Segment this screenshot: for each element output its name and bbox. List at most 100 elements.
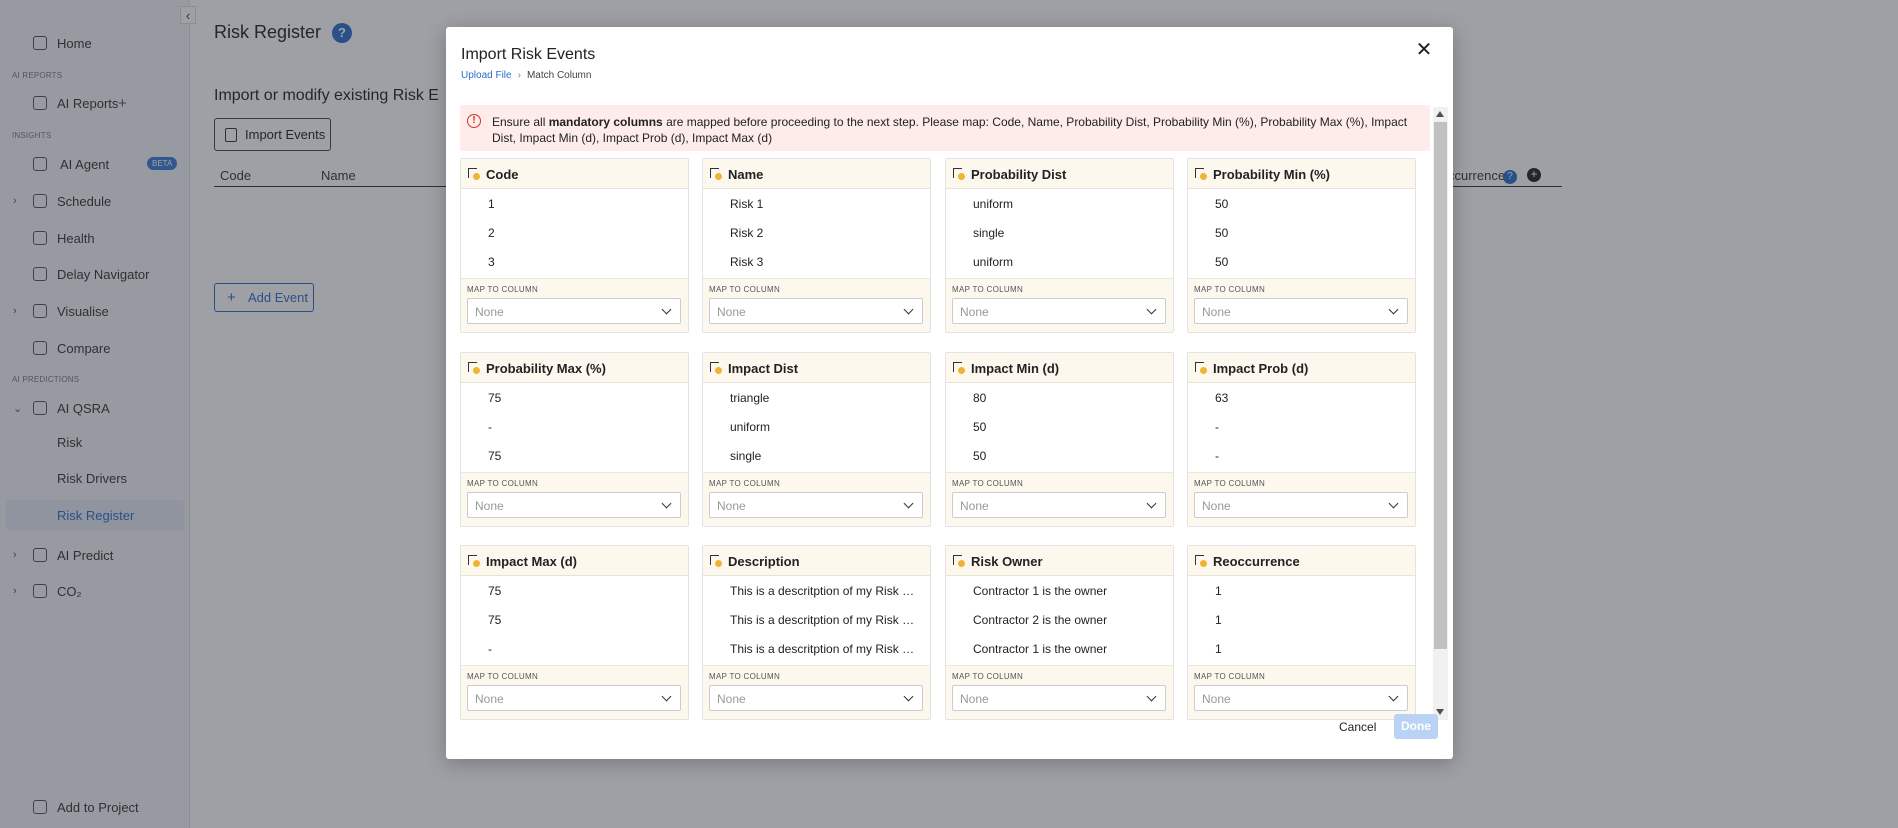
map-to-column-area: MAP TO COLUMN None: [703, 472, 930, 526]
column-card: Risk Owner Contractor 1 is the owner Contr…: [945, 545, 1174, 720]
map-column-select[interactable]: None: [952, 492, 1166, 518]
scrollbar-thumb[interactable]: [1434, 122, 1447, 649]
sample-value: Risk 2: [730, 226, 764, 240]
map-to-column-label: MAP TO COLUMN: [709, 672, 781, 681]
sample-value: 75: [488, 613, 502, 627]
column-match-icon: [468, 362, 481, 375]
mandatory-columns-alert: ! Ensure all mandatory columns are mappe…: [460, 105, 1430, 151]
map-to-column-area: MAP TO COLUMN None: [703, 665, 930, 719]
sample-value: Risk 3: [730, 255, 764, 269]
map-to-column-label: MAP TO COLUMN: [952, 672, 1024, 681]
column-match-icon: [710, 168, 723, 181]
map-column-select[interactable]: None: [1194, 492, 1408, 518]
column-match-icon: [468, 555, 481, 568]
sample-value: 50: [1215, 226, 1229, 240]
column-match-icon: [710, 555, 723, 568]
map-column-select[interactable]: None: [709, 492, 923, 518]
card-header: Probability Min (%): [1188, 159, 1415, 189]
sample-value: uniform: [973, 255, 1014, 269]
card-title: Code: [486, 167, 519, 182]
map-to-column-label: MAP TO COLUMN: [952, 479, 1024, 488]
map-column-select[interactable]: None: [709, 685, 923, 711]
select-value: None: [960, 305, 989, 319]
sample-value: single: [730, 449, 762, 463]
column-match-icon: [710, 362, 723, 375]
breadcrumb-upload-file[interactable]: Upload File: [461, 70, 512, 81]
sample-value: 1: [1215, 613, 1222, 627]
map-to-column-area: MAP TO COLUMN None: [1188, 665, 1415, 719]
card-header: Reoccurrence: [1188, 546, 1415, 576]
sample-value: Contractor 1 is the owner: [973, 642, 1108, 656]
sample-value: Contractor 2 is the owner: [973, 613, 1108, 627]
chevron-down-icon: [1146, 691, 1157, 702]
sample-value: -: [488, 642, 492, 656]
select-value: None: [717, 692, 746, 706]
cancel-button[interactable]: Cancel: [1339, 720, 1376, 734]
map-to-column-label: MAP TO COLUMN: [467, 479, 539, 488]
sample-value: -: [1215, 420, 1219, 434]
map-column-select[interactable]: None: [467, 492, 681, 518]
map-to-column-area: MAP TO COLUMN None: [946, 278, 1173, 332]
error-icon: !: [467, 114, 481, 128]
breadcrumb-match-column: Match Column: [526, 70, 592, 81]
column-card: Reoccurrence 1 1 1 MAP TO COLUMN None: [1187, 545, 1416, 720]
close-icon[interactable]: ✕: [1414, 40, 1434, 60]
map-column-select[interactable]: None: [952, 298, 1166, 324]
scroll-up-arrow-icon[interactable]: [1436, 111, 1444, 117]
sample-value: This is a descritption of my Risk Event: [730, 613, 920, 627]
column-card: Probability Min (%) 50 50 50 MAP TO COLUMN No…: [1187, 158, 1416, 333]
done-button[interactable]: Done: [1394, 714, 1438, 739]
sample-value: 1: [1215, 584, 1222, 598]
column-card: Impact Prob (d) 63 - - MAP TO COLUMN None: [1187, 352, 1416, 527]
map-column-select[interactable]: None: [709, 298, 923, 324]
map-to-column-area: MAP TO COLUMN None: [461, 665, 688, 719]
card-title: Impact Dist: [728, 361, 799, 376]
column-card: Code 1 2 3 MAP TO COLUMN None: [460, 158, 689, 333]
map-column-select[interactable]: None: [467, 298, 681, 324]
column-match-icon: [953, 362, 966, 375]
column-card: Impact Dist triangle uniform single MAP TO C…: [702, 352, 931, 527]
chevron-right-icon: ›: [517, 70, 521, 81]
card-title: Name: [728, 167, 764, 182]
map-column-select[interactable]: None: [1194, 685, 1408, 711]
column-match-icon: [1195, 168, 1208, 181]
select-value: None: [717, 305, 746, 319]
map-to-column-label: MAP TO COLUMN: [709, 479, 781, 488]
card-title: Description: [728, 554, 800, 569]
card-title: Impact Prob (d): [1213, 361, 1309, 376]
map-to-column-area: MAP TO COLUMN None: [703, 278, 930, 332]
card-title: Probability Dist: [971, 167, 1067, 182]
map-column-select[interactable]: None: [467, 685, 681, 711]
card-title: Impact Min (d): [971, 361, 1060, 376]
column-match-icon: [953, 555, 966, 568]
column-card: Name Risk 1 Risk 2 Risk 3 MAP TO COLUMN None: [702, 158, 931, 333]
chevron-down-icon: [903, 691, 914, 702]
sample-value: -: [488, 420, 492, 434]
card-header: Code: [461, 159, 688, 189]
chevron-down-icon: [903, 498, 914, 509]
card-header: Description: [703, 546, 930, 576]
select-value: None: [960, 692, 989, 706]
chevron-down-icon: [661, 498, 672, 509]
sample-value: uniform: [730, 420, 771, 434]
map-to-column-area: MAP TO COLUMN None: [1188, 278, 1415, 332]
sample-value: 3: [488, 255, 495, 269]
map-column-select[interactable]: None: [952, 685, 1166, 711]
map-to-column-area: MAP TO COLUMN None: [946, 665, 1173, 719]
column-mapping-area: ! Ensure all mandatory columns are mappe…: [460, 105, 1430, 722]
column-card: Description This is a descritption of my …: [702, 545, 931, 720]
map-to-column-label: MAP TO COLUMN: [1194, 479, 1266, 488]
card-header: Probability Max (%): [461, 353, 688, 383]
card-header: Impact Prob (d): [1188, 353, 1415, 383]
sample-value: 2: [488, 226, 495, 240]
map-to-column-area: MAP TO COLUMN None: [461, 278, 688, 332]
map-column-select[interactable]: None: [1194, 298, 1408, 324]
sample-value: single: [973, 226, 1005, 240]
map-to-column-area: MAP TO COLUMN None: [946, 472, 1173, 526]
map-to-column-area: MAP TO COLUMN None: [1188, 472, 1415, 526]
sample-value: 75: [488, 584, 502, 598]
sample-value: 50: [1215, 255, 1229, 269]
scrollbar[interactable]: [1433, 107, 1448, 720]
sample-value: 50: [973, 420, 987, 434]
import-risk-events-modal: Import Risk Events ✕ Upload File › Match…: [446, 27, 1453, 759]
